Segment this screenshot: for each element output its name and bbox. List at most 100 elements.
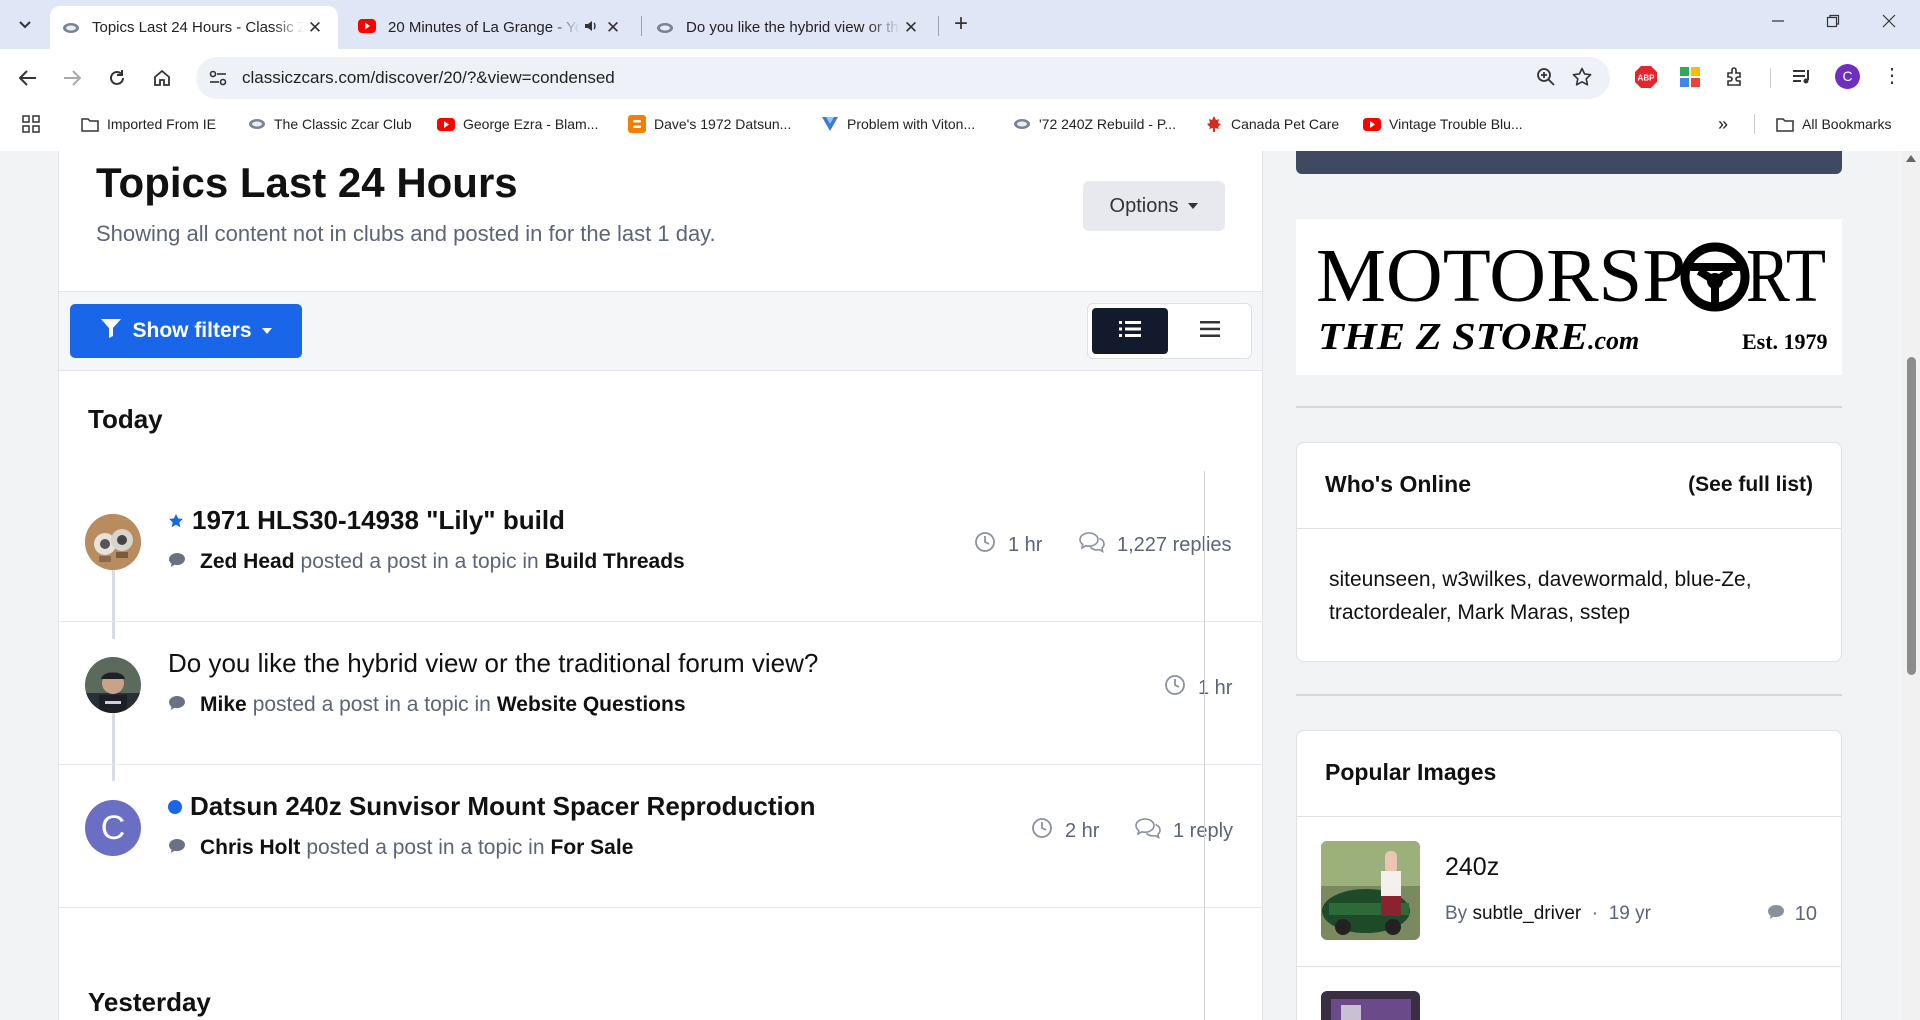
youtube-favicon-icon xyxy=(358,18,376,37)
replies-icon xyxy=(1079,531,1105,559)
topic-row[interactable]: C Datsun 240z Sunvisor Mount Spacer Repr… xyxy=(59,766,1262,908)
see-full-list-link[interactable]: (See full list) xyxy=(1688,473,1813,497)
restore-window-icon[interactable] xyxy=(1820,12,1846,38)
page-scrollbar[interactable] xyxy=(1902,151,1920,1020)
new-tab-plus-icon[interactable]: + xyxy=(948,12,974,38)
tab-title: Topics Last 24 Hours - Classic Zcar Club xyxy=(92,19,304,36)
forward-arrow-icon[interactable] xyxy=(57,63,87,93)
topic-title-link[interactable]: Do you like the hybrid view or the tradi… xyxy=(168,648,818,679)
avatar[interactable]: C xyxy=(85,800,141,856)
popular-image-item[interactable]: 240z By subtle_driver · 19 yr 10 xyxy=(1297,817,1841,967)
tab-hybrid-view-topic[interactable]: Do you like the hybrid view or the tradi… xyxy=(644,6,934,49)
site-settings-icon[interactable] xyxy=(208,68,228,93)
author-link[interactable]: Chris Holt xyxy=(200,836,300,860)
filter-bar: Show filters xyxy=(59,291,1262,371)
bookmark-classic-zcar-club[interactable]: The Classic Zcar Club xyxy=(248,113,412,135)
caret-down-icon xyxy=(1188,203,1199,209)
image-thumbnail[interactable] xyxy=(1321,991,1420,1020)
bookmark-star-icon[interactable] xyxy=(1572,67,1592,92)
tab-title: Do you like the hybrid view or the tradi… xyxy=(686,19,900,36)
bookmark-canada-pet-care[interactable]: Canada Pet Care xyxy=(1205,113,1339,135)
media-control-icon[interactable] xyxy=(1790,65,1814,89)
scrollbar-thumb[interactable] xyxy=(1907,357,1916,675)
browser-menu-icon[interactable]: ⋮ xyxy=(1882,63,1902,88)
svg-text:Est. 1979: Est. 1979 xyxy=(1742,329,1828,354)
minimize-window-icon[interactable] xyxy=(1765,12,1791,38)
page-subtitle: Showing all content not in clubs and pos… xyxy=(96,221,716,246)
topic-row[interactable]: 1971 HLS30-14938 "Lily" build Zed Head p… xyxy=(59,480,1262,622)
column-divider xyxy=(1204,471,1205,1020)
topic-title-link[interactable]: 1971 HLS30-14938 "Lily" build xyxy=(168,505,565,536)
apps-grid-icon[interactable] xyxy=(22,113,40,135)
close-tab-icon[interactable]: ✕ xyxy=(900,18,922,38)
speaker-icon[interactable] xyxy=(580,19,602,36)
tab-search-chevron-icon[interactable] xyxy=(12,12,38,38)
bookmark-72-240z-rebuild[interactable]: '72 240Z Rebuild - P... xyxy=(1013,113,1176,135)
bookmark-daves-1972-datsun[interactable]: Dave's 1972 Datsun... xyxy=(628,113,791,135)
close-tab-icon[interactable]: ✕ xyxy=(304,18,326,38)
youtube-favicon-icon xyxy=(1363,115,1381,133)
url-text[interactable]: classiczcars.com/discover/20/?&view=cond… xyxy=(242,68,615,88)
avatar[interactable] xyxy=(85,514,141,570)
svg-text:MOTORSP: MOTORSP xyxy=(1316,234,1686,318)
page-title: Topics Last 24 Hours xyxy=(96,159,518,206)
forum-link[interactable]: Build Threads xyxy=(545,550,685,574)
home-icon[interactable] xyxy=(147,63,177,93)
back-arrow-icon[interactable] xyxy=(13,63,43,93)
forum-link[interactable]: For Sale xyxy=(551,836,634,860)
bookmark-vintage-trouble[interactable]: Vintage Trouble Blu... xyxy=(1363,113,1523,135)
bookmark-imported-from-ie[interactable]: Imported From IE xyxy=(81,113,216,135)
options-button[interactable]: Options xyxy=(1083,181,1225,231)
close-window-icon[interactable] xyxy=(1876,12,1902,38)
topic-time: 1 hr xyxy=(974,531,1042,559)
motorsport-ad-banner[interactable]: MOTORSP RT THE Z STORE .com Est. 1979 xyxy=(1296,219,1842,375)
comment-bubble-icon xyxy=(168,693,186,717)
folder-icon xyxy=(81,115,99,133)
topic-row[interactable]: Do you like the hybrid view or the tradi… xyxy=(59,623,1262,765)
author-link[interactable]: Zed Head xyxy=(200,550,295,574)
bookmark-george-ezra[interactable]: George Ezra - Blam... xyxy=(437,113,598,135)
image-title-link[interactable]: 240z xyxy=(1445,853,1499,882)
adblock-plus-extension-icon[interactable]: ABP xyxy=(1634,65,1658,89)
expanded-view-button[interactable] xyxy=(1172,308,1248,354)
address-bar[interactable]: classiczcars.com/discover/20/?&view=cond… xyxy=(196,57,1610,99)
zcar-club-favicon-icon xyxy=(1013,115,1031,133)
scroll-up-arrow-icon[interactable] xyxy=(1906,155,1916,162)
google-sheets-extension-icon[interactable] xyxy=(1678,65,1702,89)
caret-down-icon xyxy=(261,328,272,334)
image-thumbnail[interactable] xyxy=(1321,841,1420,940)
zoom-icon[interactable] xyxy=(1536,67,1556,92)
profile-avatar[interactable]: C xyxy=(1835,64,1860,89)
tab-youtube-la-grange[interactable]: 20 Minutes of La Grange - YouTube ✕ xyxy=(346,6,636,49)
sidebar-divider xyxy=(1296,406,1842,408)
close-tab-icon[interactable]: ✕ xyxy=(602,18,624,38)
topic-replies: 1,227 replies xyxy=(1079,531,1232,559)
clock-icon xyxy=(1031,817,1053,845)
online-users-list[interactable]: siteunseen, w3wilkes, davewormald, blue-… xyxy=(1329,563,1819,629)
show-filters-button[interactable]: Show filters xyxy=(70,304,302,358)
list-view-icon xyxy=(1118,319,1142,344)
tab-topics-last-24-hours[interactable]: Topics Last 24 Hours - Classic Zcar Club… xyxy=(50,6,338,49)
author-link[interactable]: Mike xyxy=(200,693,247,717)
popular-images-widget: Popular Images 240z By subtle_driver · 1… xyxy=(1296,730,1842,1020)
browser-toolbar: classiczcars.com/discover/20/?&view=cond… xyxy=(0,49,1920,159)
reload-icon[interactable] xyxy=(102,63,132,93)
forum-link[interactable]: Website Questions xyxy=(497,693,686,717)
avatar[interactable] xyxy=(85,657,141,713)
more-bookmarks-chevron-icon[interactable]: » xyxy=(1718,113,1728,135)
comment-count: 10 xyxy=(1767,903,1817,926)
featured-star-icon xyxy=(168,505,184,536)
zcar-club-favicon-icon xyxy=(62,19,80,37)
author-link[interactable]: subtle_driver xyxy=(1472,903,1581,924)
replies-icon xyxy=(1135,817,1161,845)
extensions-puzzle-icon[interactable] xyxy=(1724,65,1748,89)
sidebar-divider xyxy=(1296,694,1842,696)
view-mode-toggle xyxy=(1087,303,1252,359)
condensed-view-button[interactable] xyxy=(1092,308,1168,354)
widget-title: Popular Images xyxy=(1325,759,1497,785)
topic-title-link[interactable]: Datsun 240z Sunvisor Mount Spacer Reprod… xyxy=(168,791,816,822)
clock-icon xyxy=(1164,674,1186,702)
topic-replies: 1 reply xyxy=(1135,817,1233,845)
all-bookmarks-folder[interactable]: All Bookmarks xyxy=(1776,113,1891,135)
bookmark-problem-with-viton[interactable]: Problem with Viton... xyxy=(821,113,975,135)
